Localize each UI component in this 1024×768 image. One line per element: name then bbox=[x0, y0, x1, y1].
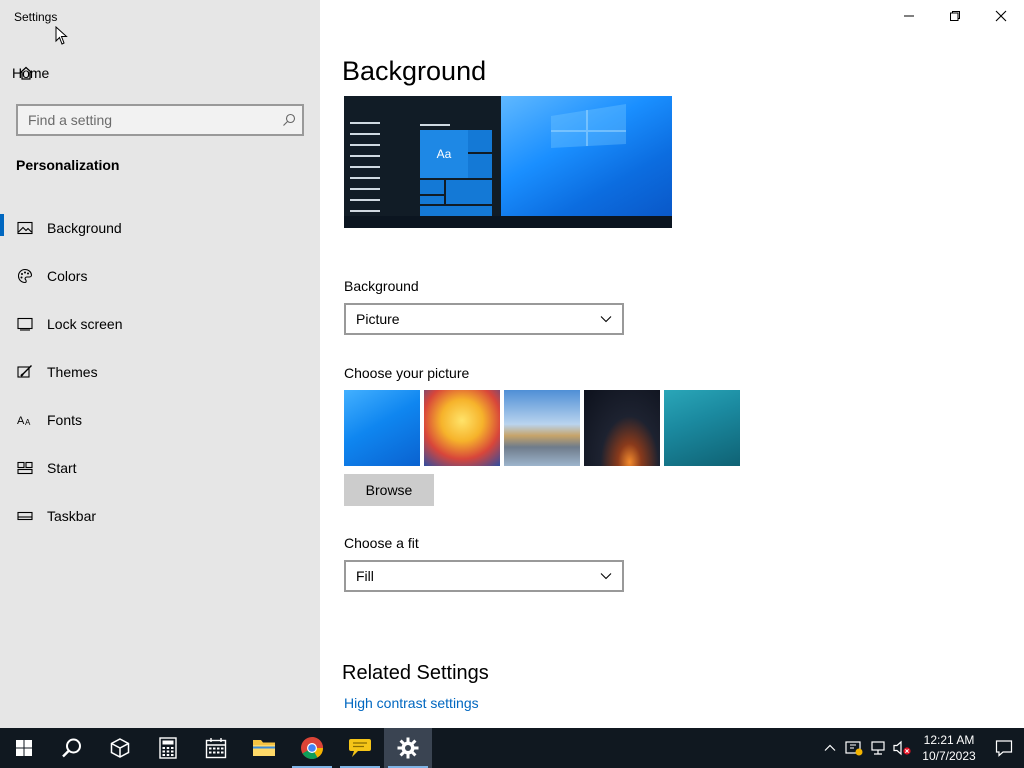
sidebar-item-colors[interactable]: Colors bbox=[0, 252, 320, 300]
sidebar: Settings Home Personalization Background… bbox=[0, 0, 320, 728]
search-taskbar-button[interactable] bbox=[48, 728, 96, 768]
chevron-up-icon bbox=[824, 744, 836, 751]
themes-icon bbox=[16, 363, 34, 381]
windows-logo-light-image bbox=[551, 104, 626, 148]
picture-thumbnail-night-sky[interactable] bbox=[584, 390, 660, 466]
file-explorer-button[interactable] bbox=[240, 728, 288, 768]
system-tray: 12:21 AM 10/7/2023 bbox=[818, 728, 1024, 768]
background-dropdown-value: Picture bbox=[356, 311, 400, 327]
preview-wallpaper bbox=[501, 96, 672, 216]
taskbar-clock[interactable]: 12:21 AM 10/7/2023 bbox=[914, 732, 984, 764]
start-button[interactable] bbox=[0, 728, 48, 768]
browse-button[interactable]: Browse bbox=[344, 474, 434, 506]
search-input[interactable] bbox=[18, 112, 276, 128]
minimize-button[interactable] bbox=[886, 0, 932, 32]
gear-icon bbox=[397, 737, 419, 759]
speech-bubble-icon bbox=[349, 739, 371, 757]
start-icon bbox=[16, 459, 34, 477]
sidebar-item-label: Start bbox=[47, 460, 77, 476]
sidebar-item-taskbar[interactable]: Taskbar bbox=[0, 492, 320, 540]
shield-warning-icon bbox=[845, 741, 863, 756]
sidebar-item-lock-screen[interactable]: Lock screen bbox=[0, 300, 320, 348]
settings-taskbar-button[interactable] bbox=[384, 728, 432, 768]
restore-button[interactable] bbox=[932, 0, 978, 32]
search-icon[interactable] bbox=[276, 107, 302, 133]
sidebar-item-label: Themes bbox=[47, 364, 98, 380]
calendar-button[interactable] bbox=[192, 728, 240, 768]
chrome-icon bbox=[301, 737, 323, 759]
taskbar-icon bbox=[16, 507, 34, 525]
background-dropdown[interactable]: Picture bbox=[344, 303, 624, 335]
minimize-icon bbox=[904, 15, 914, 17]
security-tray-button[interactable] bbox=[842, 728, 866, 768]
fonts-icon: AA bbox=[16, 411, 34, 429]
chevron-down-icon bbox=[600, 316, 612, 323]
related-settings-heading: Related Settings bbox=[342, 662, 489, 684]
picture-thumbnail-digital-circus[interactable] bbox=[424, 390, 500, 466]
picture-icon bbox=[16, 219, 34, 237]
calculator-button[interactable] bbox=[144, 728, 192, 768]
home-nav-item[interactable]: Home bbox=[0, 60, 320, 86]
svg-text:A: A bbox=[17, 415, 25, 427]
network-icon bbox=[871, 741, 885, 755]
preview-menu-lines bbox=[350, 122, 380, 221]
close-icon bbox=[995, 10, 1007, 22]
search-icon bbox=[62, 738, 81, 758]
clock-time: 12:21 AM bbox=[923, 733, 975, 747]
network-tray-button[interactable] bbox=[866, 728, 890, 768]
window-controls bbox=[886, 0, 1024, 32]
home-label: Home bbox=[12, 65, 50, 81]
main-content: Background Aa Background Picture Choose … bbox=[320, 0, 1024, 728]
taskbar: 12:21 AM 10/7/2023 bbox=[0, 728, 1024, 768]
picture-thumbnail-beach[interactable] bbox=[504, 390, 580, 466]
background-label: Background bbox=[344, 278, 419, 294]
search-box[interactable] bbox=[16, 104, 304, 136]
mouse-cursor-icon bbox=[55, 26, 68, 45]
3d-viewer-button[interactable] bbox=[96, 728, 144, 768]
restore-icon bbox=[950, 11, 960, 21]
volume-tray-button[interactable] bbox=[890, 728, 914, 768]
app-title: Settings bbox=[14, 10, 58, 24]
sticky-chat-button[interactable] bbox=[336, 728, 384, 768]
high-contrast-link[interactable]: High contrast settings bbox=[344, 695, 479, 711]
preview-taskbar bbox=[344, 216, 672, 228]
picture-thumbnails bbox=[344, 390, 740, 466]
preview-sample-tile: Aa bbox=[420, 130, 468, 178]
calculator-icon bbox=[159, 737, 177, 759]
show-hidden-icons-button[interactable] bbox=[818, 728, 842, 768]
notification-icon bbox=[995, 740, 1013, 757]
sidebar-item-background[interactable]: Background bbox=[0, 204, 320, 252]
calendar-icon bbox=[205, 738, 227, 759]
background-preview: Aa bbox=[344, 96, 672, 228]
sidebar-item-label: Background bbox=[47, 220, 122, 236]
sidebar-item-themes[interactable]: Themes bbox=[0, 348, 320, 396]
svg-text:A: A bbox=[25, 418, 31, 427]
lock-screen-icon bbox=[16, 315, 34, 333]
sidebar-item-label: Taskbar bbox=[47, 508, 97, 524]
close-button[interactable] bbox=[978, 0, 1024, 32]
personalization-nav: Background Colors Lock screen Themes AA … bbox=[0, 204, 320, 540]
volume-muted-icon bbox=[893, 740, 911, 756]
palette-icon bbox=[16, 267, 34, 285]
picture-thumbnail-windows[interactable] bbox=[344, 390, 420, 466]
sidebar-item-label: Colors bbox=[47, 268, 88, 284]
clock-date: 10/7/2023 bbox=[922, 749, 976, 763]
sidebar-item-label: Fonts bbox=[47, 412, 83, 428]
folder-icon bbox=[253, 740, 275, 756]
cube-icon bbox=[110, 738, 130, 758]
picture-thumbnail-underwater[interactable] bbox=[664, 390, 740, 466]
choose-picture-label: Choose your picture bbox=[344, 365, 470, 381]
section-title: Personalization bbox=[16, 157, 120, 173]
chrome-button[interactable] bbox=[288, 728, 336, 768]
fit-label: Choose a fit bbox=[344, 535, 419, 551]
fit-dropdown-value: Fill bbox=[356, 568, 374, 584]
sidebar-item-start[interactable]: Start bbox=[0, 444, 320, 492]
windows-logo-icon bbox=[16, 740, 32, 756]
chevron-down-icon bbox=[600, 573, 612, 580]
action-center-button[interactable] bbox=[984, 728, 1024, 768]
fit-dropdown[interactable]: Fill bbox=[344, 560, 624, 592]
sidebar-item-label: Lock screen bbox=[47, 316, 123, 332]
sidebar-item-fonts[interactable]: AA Fonts bbox=[0, 396, 320, 444]
page-title: Background bbox=[342, 56, 487, 86]
